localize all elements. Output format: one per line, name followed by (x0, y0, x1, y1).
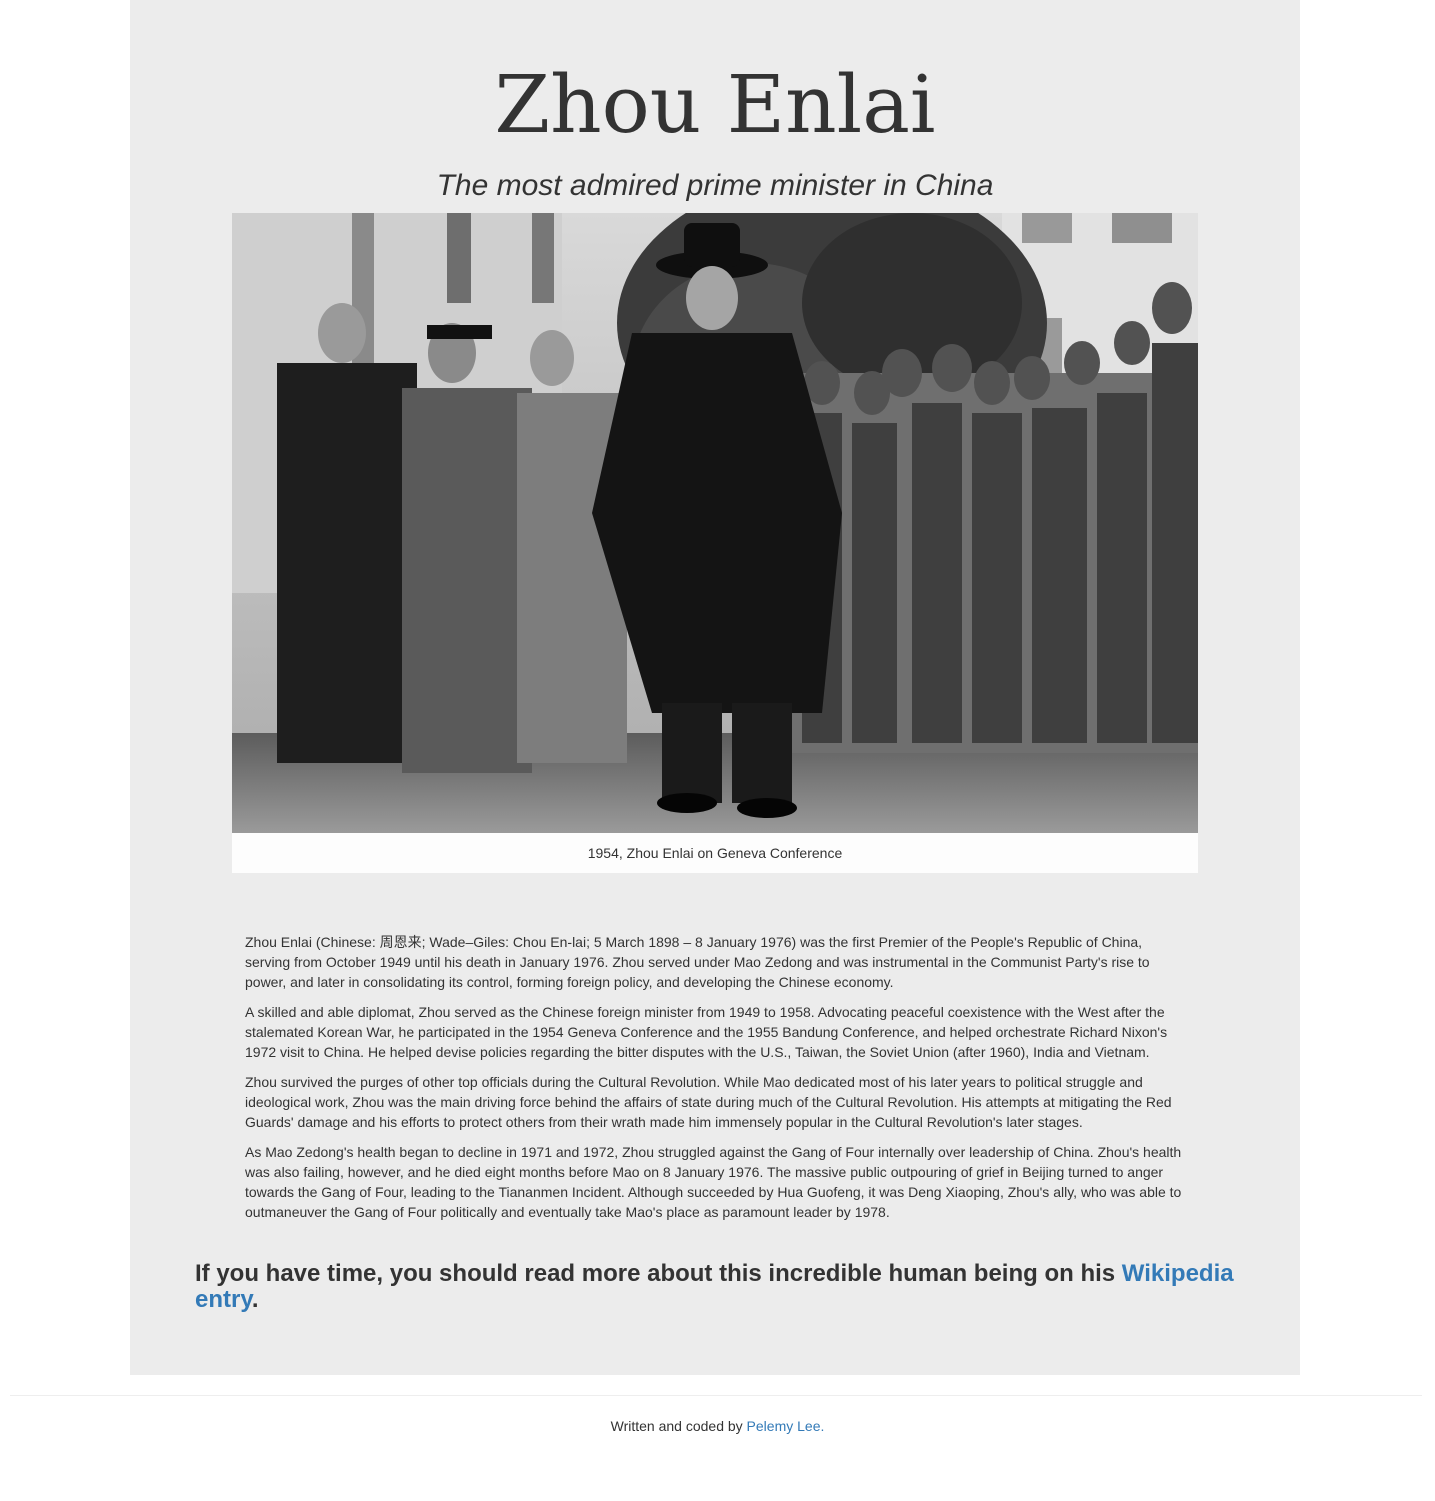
bio-paragraph: Zhou survived the purges of other top of… (245, 1074, 1172, 1130)
read-more-suffix: . (251, 1286, 259, 1313)
page-subtitle: The most admired prime minister in China (436, 169, 994, 202)
read-more-text: If you have time, you should read more a… (195, 1261, 1235, 1313)
bio-paragraph: As Mao Zedong's health began to decline … (245, 1144, 1182, 1220)
footer-divider (10, 1395, 1422, 1396)
footer: Written and coded by Pelemy Lee. (0, 1416, 1435, 1436)
image-caption: 1954, Zhou Enlai on Geneva Conference (587, 845, 843, 861)
page-title: Zhou Enlai (494, 58, 936, 151)
zhou-enlai-photo (232, 213, 1198, 833)
main-container: Zhou Enlai The most admired prime minist… (130, 0, 1300, 1375)
bio-paragraph: A skilled and able diplomat, Zhou served… (245, 1004, 1168, 1060)
footer-text: Written and coded by (610, 1418, 747, 1434)
author-link[interactable]: Pelemy Lee. (747, 1418, 825, 1434)
biography: Zhou Enlai (Chinese: 周恩来; Wade–Giles: Ch… (245, 932, 1190, 1232)
bio-paragraph: Zhou Enlai (Chinese: 周恩来; Wade–Giles: Ch… (245, 934, 1150, 990)
image-thumbnail: 1954, Zhou Enlai on Geneva Conference (232, 213, 1198, 873)
read-more-prefix: If you have time, you should read more a… (195, 1260, 1122, 1287)
